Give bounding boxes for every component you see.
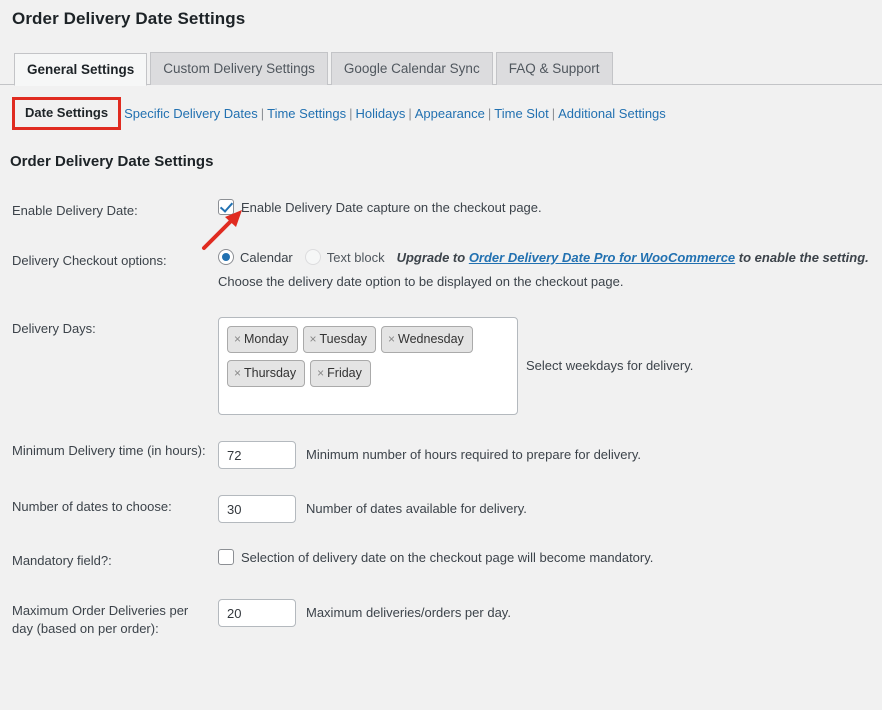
mandatory-field-checkbox-label: Selection of delivery date on the checko… xyxy=(241,550,654,565)
radio-text-block[interactable] xyxy=(304,249,321,265)
page-title: Order Delivery Date Settings xyxy=(12,9,246,28)
chip-label: Monday xyxy=(244,332,289,346)
subnav-item-time-settings[interactable]: Time Settings xyxy=(267,106,346,121)
label-mandatory-field: Mandatory field?: xyxy=(12,553,112,568)
upgrade-notice-prefix: Upgrade to xyxy=(396,250,469,265)
cell-max-deliveries: Maximum deliveries/orders per day. xyxy=(218,586,882,654)
chip-label: Wednesday xyxy=(398,332,464,346)
radio-calendar-label: Calendar xyxy=(240,250,293,265)
subnav-item-appearance[interactable]: Appearance xyxy=(415,106,485,121)
enable-delivery-date-checkbox[interactable] xyxy=(218,199,234,215)
label-delivery-checkout-options: Delivery Checkout options: xyxy=(12,253,167,268)
cell-delivery-days: × Monday × Tuesday × Wednesday× Thursday × Frida… xyxy=(218,304,882,428)
label-delivery-days: Delivery Days: xyxy=(12,321,96,336)
cell-mandatory-field: Selection of delivery date on the checko… xyxy=(218,536,882,586)
delivery-day-chip-wednesday[interactable]: × Wednesday xyxy=(381,326,473,353)
label-max-deliveries: Maximum Order Deliveries per day (based … xyxy=(12,603,189,636)
label-minimum-delivery-time: Minimum Delivery time (in hours): xyxy=(12,443,206,458)
upgrade-pro-link[interactable]: Order Delivery Date Pro for WooCommerce xyxy=(469,250,735,265)
label-number-of-dates: Number of dates to choose: xyxy=(12,499,172,514)
remove-icon[interactable]: × xyxy=(317,366,324,380)
remove-icon[interactable]: × xyxy=(388,332,395,346)
subnav-item-holidays[interactable]: Holidays xyxy=(356,106,406,121)
row-max-deliveries: Maximum Order Deliveries per day (based … xyxy=(0,586,882,654)
settings-form-table: Enable Delivery Date: Enable Delivery Da… xyxy=(0,186,882,654)
subnav-separator: | xyxy=(408,106,412,121)
subnav: Date Settings Specific Delivery Dates | Tim… xyxy=(0,85,882,131)
cell-delivery-checkout-options: Calendar Text block Upgrade to Order Deliv… xyxy=(218,236,882,304)
tab-faq-support[interactable]: FAQ & Support xyxy=(495,52,613,85)
delivery-day-chip-thursday[interactable]: × Thursday xyxy=(227,360,306,387)
subnav-separator: | xyxy=(349,106,353,121)
radio-calendar[interactable] xyxy=(218,249,234,265)
row-enable-delivery-date: Enable Delivery Date: Enable Delivery Da… xyxy=(0,186,882,236)
number-of-dates-input[interactable] xyxy=(218,495,296,523)
cell-number-of-dates: Number of dates available for delivery. xyxy=(218,482,882,536)
helper-delivery-checkout-options: Choose the delivery date option to be di… xyxy=(218,274,624,289)
chip-label: Tuesday xyxy=(319,332,367,346)
minimum-delivery-time-input[interactable] xyxy=(218,441,296,469)
helper-max-deliveries: Maximum deliveries/orders per day. xyxy=(306,605,511,620)
helper-delivery-days: Select weekdays for delivery. xyxy=(526,358,694,373)
subnav-separator: | xyxy=(487,106,492,121)
subnav-separator: | xyxy=(260,106,265,121)
cell-enable-delivery-date: Enable Delivery Date capture on the chec… xyxy=(218,186,882,236)
radio-text-block-label: Text block xyxy=(326,250,385,265)
label-enable-delivery-date: Enable Delivery Date: xyxy=(12,203,138,218)
chip-label: Friday xyxy=(327,366,362,380)
primary-tab-bar: General Settings Custom Delivery Settings… xyxy=(0,52,882,86)
remove-icon[interactable]: × xyxy=(234,332,241,346)
remove-icon[interactable]: × xyxy=(234,366,241,380)
helper-minimum-delivery-time: Minimum number of hours required to prep… xyxy=(306,447,642,462)
remove-icon[interactable]: × xyxy=(310,332,317,346)
row-mandatory-field: Mandatory field?: Selection of delivery … xyxy=(0,536,882,586)
delivery-day-chip-monday[interactable]: × Monday xyxy=(227,326,298,353)
enable-delivery-date-checkbox-label: Enable Delivery Date capture on the chec… xyxy=(241,200,542,215)
upgrade-notice-suffix: to enable the setting. xyxy=(735,250,869,265)
delivery-days-multiselect[interactable]: × Monday × Tuesday × Wednesday× Thursday × Frida… xyxy=(218,317,518,415)
subnav-item-date-settings[interactable]: Date Settings xyxy=(12,97,122,130)
chip-label: Thursday xyxy=(244,366,297,380)
mandatory-field-checkbox[interactable] xyxy=(218,549,234,565)
tab-general-settings[interactable]: General Settings xyxy=(14,53,148,86)
subnav-separator: | xyxy=(551,106,556,121)
delivery-day-chip-friday[interactable]: × Friday xyxy=(310,360,371,387)
delivery-day-chip-tuesday[interactable]: × Tuesday xyxy=(302,326,376,353)
row-minimum-delivery-time: Minimum Delivery time (in hours): Minimu… xyxy=(0,428,882,482)
section-heading: Order Delivery Date Settings xyxy=(10,153,214,170)
row-delivery-checkout-options: Delivery Checkout options: Calendar Text … xyxy=(0,236,882,304)
row-number-of-dates: Number of dates to choose: Number of dat… xyxy=(0,482,882,536)
row-delivery-days: Delivery Days: × Monday × Tuesday × Wednesday… xyxy=(0,304,882,428)
cell-minimum-delivery-time: Minimum number of hours required to prep… xyxy=(218,428,882,482)
subnav-item-additional-settings[interactable]: Additional Settings xyxy=(558,106,666,121)
tab-custom-delivery-settings[interactable]: Custom Delivery Settings xyxy=(150,52,328,85)
subnav-item-time-slot[interactable]: Time Slot xyxy=(494,106,548,121)
helper-number-of-dates: Number of dates available for delivery. xyxy=(306,501,527,516)
subnav-item-specific-delivery-dates[interactable]: Specific Delivery Dates xyxy=(124,106,258,121)
max-deliveries-input[interactable] xyxy=(218,599,296,627)
tab-google-calendar-sync[interactable]: Google Calendar Sync xyxy=(330,52,493,85)
